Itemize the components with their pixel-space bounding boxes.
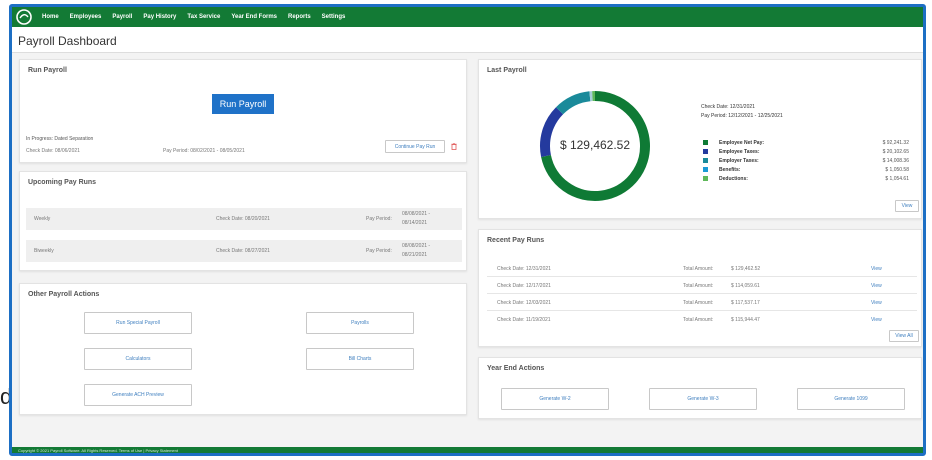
recent-row-total-label: Total Amount: bbox=[683, 317, 714, 323]
last-pay-period: Pay Period: 12/12/2021 - 12/25/2021 bbox=[701, 113, 783, 119]
upcoming-row-period-end: 08/21/2021 bbox=[402, 252, 428, 258]
run-payroll-panel: Run Payroll Run Payroll In Progress: Dat… bbox=[19, 59, 467, 163]
footer-text: Copyright © 2021 Payroll Software. All R… bbox=[18, 448, 178, 453]
app-logo-icon[interactable] bbox=[16, 9, 32, 25]
footer: Copyright © 2021 Payroll Software. All R… bbox=[12, 447, 923, 453]
other-payroll-actions-panel: Other Payroll Actions Run Special Payrol… bbox=[19, 283, 467, 415]
recent-row-check-date: Check Date: 12/31/2021 bbox=[497, 266, 551, 272]
legend-value-employee-taxes: $ 20,102.65 bbox=[882, 149, 909, 155]
legend-value-employer-taxes: $ 14,008.36 bbox=[882, 158, 909, 164]
nav-reports[interactable]: Reports bbox=[288, 14, 311, 20]
last-payroll-panel: Last Payroll $ 129,462.52 Check Date: 12… bbox=[478, 59, 922, 219]
upcoming-row-period-start: 08/08/2021 - bbox=[402, 243, 431, 249]
last-payroll-title: Last Payroll bbox=[487, 67, 527, 74]
legend-swatch-deductions bbox=[703, 176, 708, 181]
in-progress-pay-period: Pay Period: 08/02/2021 - 08/05/2021 bbox=[163, 148, 245, 154]
recent-title: Recent Pay Runs bbox=[487, 237, 545, 244]
in-progress-check-date: Check Date: 08/06/2021 bbox=[26, 148, 80, 154]
app-window: Home Employees Payroll Pay History Tax S… bbox=[9, 4, 926, 456]
recent-row-amount: $ 115,944.47 bbox=[731, 317, 760, 323]
recent-row-check-date: Check Date: 12/17/2021 bbox=[497, 283, 551, 289]
nav-settings[interactable]: Settings bbox=[322, 14, 346, 20]
legend-swatch-employee-taxes bbox=[703, 149, 708, 154]
upcoming-pay-runs-panel: Upcoming Pay Runs Weekly Check Date: 08/… bbox=[19, 171, 467, 271]
recent-row-total-label: Total Amount: bbox=[683, 266, 714, 272]
recent-row-total-label: Total Amount: bbox=[683, 300, 714, 306]
run-payroll-button[interactable]: Run Payroll bbox=[212, 94, 274, 114]
recent-row-divider bbox=[487, 293, 917, 294]
upcoming-row-check-date: Check Date: 08/20/2021 bbox=[216, 216, 270, 222]
recent-row-view-link[interactable]: View bbox=[871, 317, 882, 323]
nav-home[interactable]: Home bbox=[42, 14, 59, 20]
generate-w3-button[interactable]: Generate W-3 bbox=[649, 388, 757, 410]
legend-value-benefits: $ 1,050.58 bbox=[885, 167, 909, 173]
nav-tax-service[interactable]: Tax Service bbox=[187, 14, 220, 20]
title-bar: Payroll Dashboard bbox=[12, 27, 923, 53]
other-actions-title: Other Payroll Actions bbox=[28, 291, 100, 298]
nav-year-end-forms[interactable]: Year End Forms bbox=[231, 14, 277, 20]
donut-total: $ 129,462.52 bbox=[559, 138, 631, 152]
legend-value-net-pay: $ 92,241.32 bbox=[882, 140, 909, 146]
nav-pay-history[interactable]: Pay History bbox=[143, 14, 176, 20]
upcoming-row-pay-label: Pay Period: bbox=[366, 248, 392, 254]
calculators-button[interactable]: Calculators bbox=[84, 348, 192, 370]
page-title: Payroll Dashboard bbox=[18, 34, 117, 48]
legend-value-deductions: $ 1,054.61 bbox=[885, 176, 909, 182]
bill-charts-button[interactable]: Bill Charts bbox=[306, 348, 414, 370]
view-all-button[interactable]: View All bbox=[889, 330, 919, 342]
legend-swatch-employer-taxes bbox=[703, 158, 708, 163]
trash-icon[interactable] bbox=[451, 143, 457, 150]
recent-row-divider bbox=[487, 310, 917, 311]
continue-pay-run-button[interactable]: Continue Pay Run bbox=[385, 140, 445, 153]
upcoming-title: Upcoming Pay Runs bbox=[28, 179, 97, 186]
year-end-actions-panel: Year End Actions Generate W-2 Generate W… bbox=[478, 357, 922, 419]
recent-pay-runs-panel: Recent Pay Runs Check Date: 12/31/2021 T… bbox=[478, 229, 922, 347]
upcoming-row-check-date: Check Date: 08/27/2021 bbox=[216, 248, 270, 254]
run-payroll-title: Run Payroll bbox=[28, 67, 67, 74]
recent-row-check-date: Check Date: 12/03/2021 bbox=[497, 300, 551, 306]
nav-employees[interactable]: Employees bbox=[70, 14, 102, 20]
upcoming-row-period-end: 08/14/2021 bbox=[402, 220, 428, 226]
upcoming-row-period-start: 08/08/2021 - bbox=[402, 211, 431, 217]
legend-label-deductions: Deductions: bbox=[719, 176, 748, 182]
generate-ach-preview-button[interactable]: Generate ACH Preview bbox=[84, 384, 192, 406]
top-nav: Home Employees Payroll Pay History Tax S… bbox=[12, 7, 923, 27]
upcoming-row-name: Biweekly bbox=[34, 248, 54, 254]
last-check-date: Check Date: 12/31/2021 bbox=[701, 104, 755, 110]
upcoming-row-name: Weekly bbox=[34, 216, 51, 222]
generate-1099-button[interactable]: Generate 1099 bbox=[797, 388, 905, 410]
legend-label-net-pay: Employee Net Pay: bbox=[719, 140, 765, 146]
last-payroll-view-button[interactable]: View bbox=[895, 200, 919, 212]
generate-w2-button[interactable]: Generate W-2 bbox=[501, 388, 609, 410]
recent-row-total-label: Total Amount: bbox=[683, 283, 714, 289]
recent-row-amount: $ 114,059.61 bbox=[731, 283, 760, 289]
recent-row-check-date: Check Date: 11/19/2021 bbox=[497, 317, 551, 323]
legend-swatch-benefits bbox=[703, 167, 708, 172]
legend-label-benefits: Benefits: bbox=[719, 167, 741, 173]
recent-row-amount: $ 129,462.52 bbox=[731, 266, 761, 272]
legend-swatch-net-pay bbox=[703, 140, 708, 145]
recent-row-divider bbox=[487, 276, 917, 277]
legend-label-employer-taxes: Employer Taxes: bbox=[719, 158, 759, 164]
recent-row-view-link[interactable]: View bbox=[871, 300, 882, 306]
nav-payroll[interactable]: Payroll bbox=[112, 14, 132, 20]
recent-row-amount: $ 117,537.17 bbox=[731, 300, 760, 306]
payrolls-button[interactable]: Payrolls bbox=[306, 312, 414, 334]
run-special-payroll-button[interactable]: Run Special Payroll bbox=[84, 312, 192, 334]
recent-row-view-link[interactable]: View bbox=[871, 266, 882, 272]
in-progress-label: In Progress: Dated Separation bbox=[26, 136, 94, 142]
year-end-title: Year End Actions bbox=[487, 365, 545, 372]
donut-segment-employer-taxes bbox=[556, 91, 591, 115]
upcoming-row-pay-label: Pay Period: bbox=[366, 216, 392, 222]
legend-label-employee-taxes: Employee Taxes: bbox=[719, 149, 760, 155]
recent-row-view-link[interactable]: View bbox=[871, 283, 882, 289]
